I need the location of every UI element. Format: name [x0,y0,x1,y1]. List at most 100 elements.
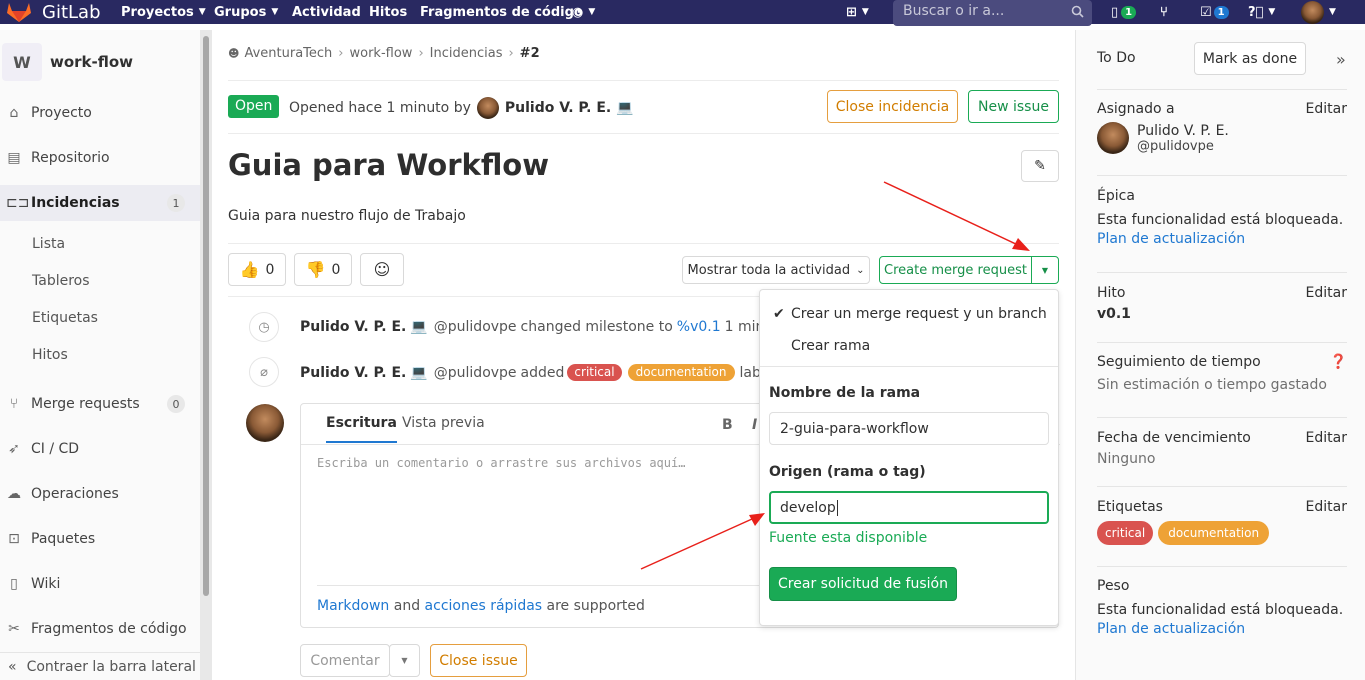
nav-proyectos[interactable]: Proyectos ▼ [121,0,206,24]
option-create-mr-and-branch[interactable]: Crear un merge request y un branch [791,306,1047,322]
edit-milestone-link[interactable]: Editar [1306,285,1347,301]
cloud-icon: ☁ [7,486,21,502]
option-create-branch[interactable]: Crear rama [791,338,870,354]
sidebar-sub-lista[interactable]: Lista [32,236,65,252]
create-merge-request-toggle[interactable]: ▼ [1031,256,1059,284]
label-documentation[interactable]: documentation [627,364,735,381]
thumbs-up-button[interactable]: 👍 0 [228,253,286,286]
author-avatar[interactable] [476,97,499,119]
nav-hitos[interactable]: Hitos [369,0,407,24]
gitlab-brand[interactable]: GitLab [6,1,101,23]
close-incidencia-button[interactable]: Close incidencia [827,90,958,123]
activity-filter-dropdown[interactable]: Mostrar toda la actividad ⌄ [682,256,870,284]
add-reaction-button[interactable]: ☺ [360,253,404,286]
sidebar-item-paquetes[interactable]: ⊡ Paquetes [0,521,200,557]
breadcrumb-section[interactable]: Incidencias [430,46,503,61]
help-icon: ?⃝ [1248,4,1264,20]
assignee-name[interactable]: Pulido V. P. E. [1137,123,1229,139]
divider [228,80,1059,81]
comment-textarea[interactable]: Escriba un comentario o arrastre sus arc… [317,456,685,470]
sidebar-sub-hitos[interactable]: Hitos [32,347,68,363]
nav-issues[interactable]: ▯ 1 [1111,0,1137,24]
chevron-right-icon: › [508,46,514,61]
source-input[interactable]: develop [769,491,1049,524]
sidebar-sub-etiquetas[interactable]: Etiquetas [32,310,98,326]
quick-actions-link[interactable]: acciones rápidas [425,598,543,614]
assignee-avatar[interactable] [1097,122,1129,154]
nav-fragmentos[interactable]: Fragmentos de código [420,0,583,24]
milestone-value[interactable]: v0.1 [1097,306,1347,322]
note-author[interactable]: Pulido V. P. E. [300,365,406,381]
chevron-down-icon: ▼ [1268,7,1276,17]
comment-type-toggle[interactable]: ▼ [389,644,420,677]
create-merge-request-submit[interactable]: Crear solicitud de fusión [769,567,957,601]
edit-assignee-link[interactable]: Editar [1306,101,1347,117]
gauge-icon: ◔ [572,4,584,20]
markdown-link[interactable]: Markdown [317,598,389,614]
collapse-sidebar-button[interactable]: « Contraer la barra lateral [0,652,200,680]
branch-name-label: Nombre de la rama [769,385,921,401]
label-documentation[interactable]: documentation [1158,521,1270,545]
sidebar-item-merge-requests[interactable]: ⑂ Merge requests 0 [0,386,200,422]
italic-icon[interactable]: I [752,417,757,433]
top-navbar: GitLab Proyectos ▼ Grupos ▼ Actividad Hito… [0,0,1365,26]
sidebar-scrollbar-thumb[interactable] [203,36,209,596]
search-input[interactable]: Buscar o ir a... [893,0,1092,26]
label-critical[interactable]: critical [567,364,622,381]
upgrade-plan-link[interactable]: Plan de actualización [1097,621,1347,637]
nav-grupos[interactable]: Grupos ▼ [214,0,278,24]
label-critical[interactable]: critical [1097,521,1154,545]
milestone-link[interactable]: %v0.1 [677,319,721,335]
caret-down-icon: ▼ [1041,265,1049,275]
comment-button[interactable]: Comentar [300,644,390,677]
create-merge-request-button[interactable]: Create merge request [879,256,1032,284]
note-author[interactable]: Pulido V. P. E. [300,319,406,335]
home-icon: ⌂ [9,105,19,121]
project-header[interactable]: W work-flow [2,43,133,81]
nav-user-menu[interactable]: ▼ [1301,0,1336,24]
sidebar-item-fragmentos[interactable]: ✂ Fragmentos de código [0,611,200,647]
issue-author[interactable]: Pulido V. P. E. [505,100,611,116]
sidebar-item-wiki[interactable]: ▯ Wiki [0,566,200,602]
breadcrumb-group[interactable]: AventuraTech [244,46,332,61]
chevron-down-icon: ▼ [271,7,279,17]
assignee-section: Asignado a Editar Pulido V. P. E. @pulid… [1097,101,1347,154]
chevron-right-icon: › [418,46,424,61]
nav-new[interactable]: ⊞ ▼ [846,0,869,24]
sidebar-item-cicd[interactable]: ➶ CI / CD [0,431,200,467]
sidebar-sub-tableros[interactable]: Tableros [32,273,90,289]
tab-escritura[interactable]: Escritura [326,415,397,443]
divider [1097,486,1347,487]
sidebar-item-proyecto[interactable]: ⌂ Proyecto [0,95,200,131]
mark-as-done-button[interactable]: Mark as done [1194,42,1306,75]
branch-name-input[interactable]: 2-guia-para-workflow [769,412,1049,445]
thumbs-down-button[interactable]: 👎 0 [294,253,352,286]
nav-performance[interactable]: ◔ ▼ [572,0,595,24]
issue-title: Guia para Workflow [228,148,550,182]
close-issue-button[interactable]: Close issue [430,644,527,677]
double-chevron-right-icon[interactable]: » [1336,50,1346,69]
nav-todos[interactable]: ☑ 1 [1200,0,1229,24]
note-labels: Pulido V. P. E. 💻 @pulidovpe added criti… [300,364,794,381]
upgrade-plan-link[interactable]: Plan de actualización [1097,231,1347,247]
issues-icon: ▯ [1111,4,1119,20]
issue-opened-info: Opened hace 1 minuto by Pulido V. P. E. … [289,97,634,119]
new-issue-button[interactable]: New issue [968,90,1059,123]
bold-icon[interactable]: B [722,417,733,433]
nav-help[interactable]: ?⃝ ▼ [1248,0,1275,24]
sidebar-item-operaciones[interactable]: ☁ Operaciones [0,476,200,512]
question-circle-icon[interactable]: ❓ [1330,354,1347,370]
chevron-down-icon: ⌄ [856,264,865,276]
sidebar-item-repositorio[interactable]: ▤ Repositorio [0,140,200,176]
issue-description: Guia para nuestro flujo de Trabajo [228,208,466,224]
edit-labels-link[interactable]: Editar [1306,499,1347,515]
edit-due-date-link[interactable]: Editar [1306,430,1347,446]
tab-vista-previa[interactable]: Vista previa [402,415,485,431]
repository-icon: ▤ [7,150,21,166]
breadcrumb-project[interactable]: work-flow [350,46,413,61]
sidebar-item-incidencias[interactable]: ⊏⊐ Incidencias 1 [0,185,200,221]
divider [228,133,1059,134]
nav-merge-requests[interactable]: ⑂ [1160,0,1168,24]
nav-actividad[interactable]: Actividad [292,0,361,24]
edit-title-button[interactable]: ✎ [1021,150,1059,182]
